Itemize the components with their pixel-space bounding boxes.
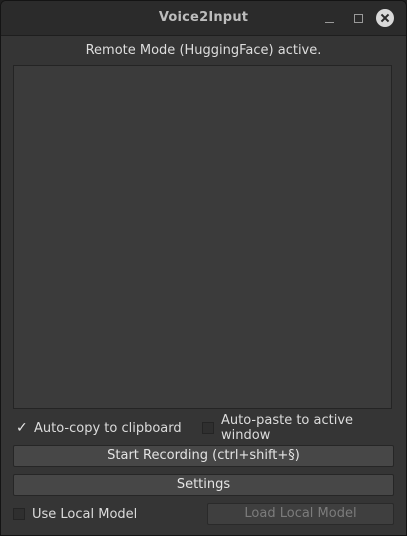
auto-copy-checkbox[interactable]: ✓ Auto-copy to clipboard xyxy=(15,419,182,437)
app-window: Voice2Input Remote Mode (HuggingFace) ac… xyxy=(0,0,407,536)
use-local-model-checkbox[interactable]: Use Local Model xyxy=(13,505,137,523)
maximize-icon[interactable] xyxy=(350,10,366,26)
status-label: Remote Mode (HuggingFace) active. xyxy=(85,43,322,58)
auto-paste-checkbox-box[interactable] xyxy=(202,422,214,434)
auto-copy-checkbox-box[interactable]: ✓ xyxy=(15,420,28,436)
use-local-model-label: Use Local Model xyxy=(32,506,138,522)
close-icon[interactable] xyxy=(376,9,394,27)
auto-paste-checkbox[interactable]: Auto-paste to active window xyxy=(202,413,406,443)
start-recording-button[interactable]: Start Recording (ctrl+shift+§) xyxy=(13,445,394,467)
use-local-model-checkbox-box[interactable] xyxy=(13,508,25,520)
transcript-textarea[interactable] xyxy=(13,65,392,409)
check-icon: ✓ xyxy=(16,420,28,436)
window-title: Voice2Input xyxy=(158,10,249,25)
auto-copy-label: Auto-copy to clipboard xyxy=(34,420,182,436)
settings-button[interactable]: Settings xyxy=(13,474,394,496)
load-local-model-button[interactable]: Load Local Model xyxy=(207,503,394,525)
auto-paste-label: Auto-paste to active window xyxy=(221,413,354,443)
title-bar[interactable]: Voice2Input xyxy=(1,1,406,36)
minimize-icon[interactable] xyxy=(322,10,338,26)
